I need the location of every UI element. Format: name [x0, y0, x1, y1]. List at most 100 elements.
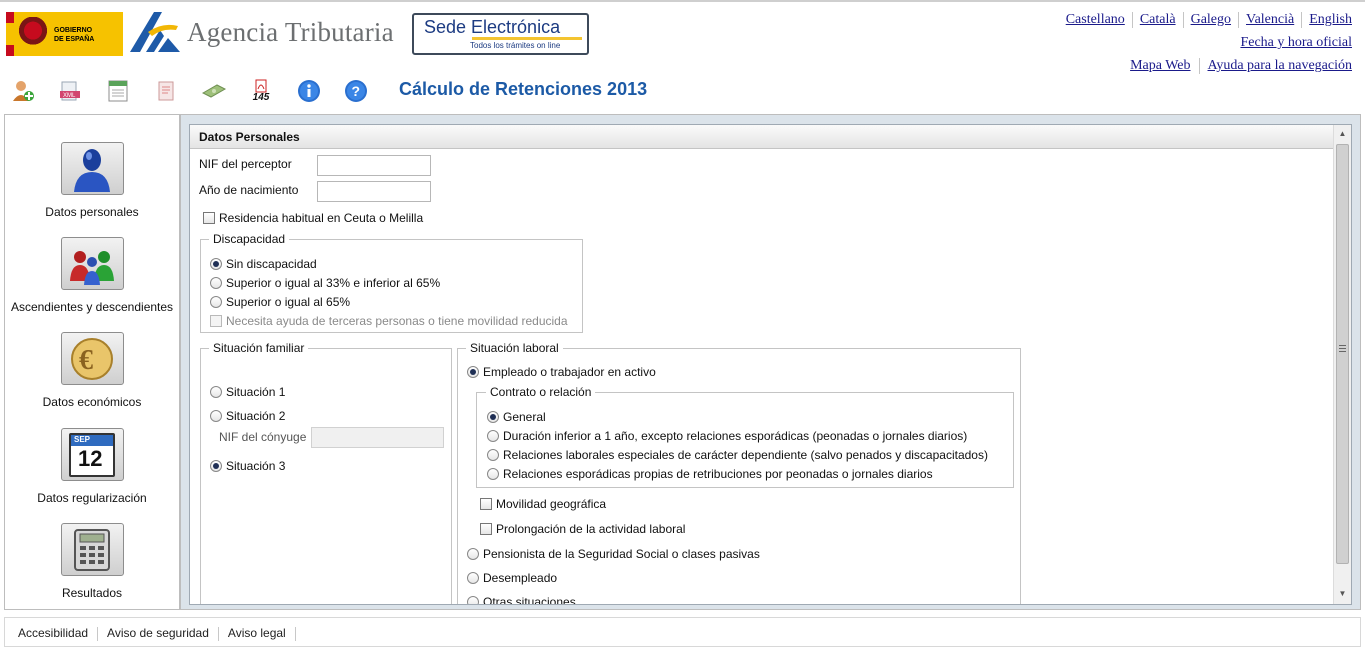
- lang-castellano[interactable]: Castellano: [1066, 12, 1125, 27]
- nif-label: NIF del perceptor: [199, 157, 292, 171]
- checkbox-box[interactable]: [480, 523, 492, 535]
- panel-title: Datos Personales: [199, 130, 300, 144]
- radio-button[interactable]: [210, 277, 222, 289]
- radio-button[interactable]: [467, 366, 479, 378]
- radio-contrato-inferior-1-anio[interactable]: Duración inferior a 1 año, excepto relac…: [487, 429, 967, 443]
- gobierno-logo[interactable]: GOBIERNO DE ESPAÑA: [6, 12, 123, 56]
- sidebar-item-datos-regularizacion[interactable]: SEP 12 Datos regularización: [5, 428, 179, 505]
- agencia-tributaria-logo-icon[interactable]: [128, 8, 184, 58]
- radio-button[interactable]: [487, 468, 499, 480]
- calendar-day: 12: [78, 445, 103, 471]
- sidebar-item-label: Resultados: [61, 586, 123, 600]
- radio-situacion-3[interactable]: Situación 3: [210, 459, 285, 473]
- lang-valencia[interactable]: Valencià: [1246, 12, 1294, 27]
- info-icon[interactable]: [296, 78, 322, 104]
- radio-label: Sin discapacidad: [226, 257, 317, 271]
- radio-contrato-general[interactable]: General: [487, 410, 546, 424]
- new-perceptor-icon[interactable]: [10, 78, 36, 104]
- divider: [1301, 12, 1303, 28]
- divider: [217, 626, 219, 641]
- checkbox-label: Movilidad geográfica: [496, 497, 607, 511]
- page-title: Cálculo de Retenciones 2013: [399, 79, 648, 99]
- modelo-145-label: 145: [252, 92, 270, 103]
- radio-button[interactable]: [210, 410, 222, 422]
- sede-accent-bar: [472, 37, 582, 40]
- navigation-help-link[interactable]: Ayuda para la navegación: [1208, 58, 1352, 73]
- radio-empleado-activo[interactable]: Empleado o trabajador en activo: [467, 365, 656, 379]
- checkbox-box[interactable]: [203, 212, 215, 224]
- spouse-nif-input: [311, 427, 444, 448]
- radio-relaciones-especiales[interactable]: Relaciones laborales especiales de carác…: [487, 448, 988, 462]
- modelo-145-icon[interactable]: 145: [248, 78, 274, 104]
- radio-relaciones-esporadicas[interactable]: Relaciones esporádicas propias de retrib…: [487, 467, 933, 481]
- radio-label: Desempleado: [483, 571, 558, 585]
- aviso-seguridad-link[interactable]: Aviso de seguridad: [107, 626, 209, 640]
- radio-pensionista[interactable]: Pensionista de la Seguridad Social o cla…: [467, 547, 760, 561]
- family-icon: [60, 237, 124, 290]
- checkbox-box[interactable]: [480, 498, 492, 510]
- lang-galego[interactable]: Galego: [1191, 12, 1231, 27]
- sede-electronica-logo[interactable]: Sede Electrónica Todos los trámites on l…: [412, 13, 589, 55]
- official-datetime-link[interactable]: Fecha y hora oficial: [1240, 35, 1352, 51]
- vertical-scrollbar[interactable]: ▲ ▼: [1333, 125, 1351, 604]
- scroll-down-icon[interactable]: ▼: [1334, 586, 1351, 602]
- nif-input[interactable]: [317, 155, 431, 176]
- radio-desempleado[interactable]: Desempleado: [467, 571, 557, 585]
- sidebar: Datos personales Ascendientes y descendi…: [4, 114, 180, 610]
- radio-button[interactable]: [487, 430, 499, 442]
- scroll-thumb[interactable]: [1336, 144, 1349, 564]
- divider: [1182, 12, 1184, 28]
- export-xml-icon[interactable]: XML: [57, 78, 83, 104]
- sidebar-item-label: Datos económicos: [42, 395, 142, 409]
- sidebar-item-label: Datos regularización: [37, 491, 147, 505]
- radio-sin-discapacidad[interactable]: Sin discapacidad: [210, 257, 317, 271]
- euro-icon: €: [60, 332, 124, 385]
- sidebar-item-datos-personales[interactable]: Datos personales: [5, 142, 179, 219]
- accesibilidad-link[interactable]: Accesibilidad: [18, 626, 88, 640]
- lang-catala[interactable]: Català: [1140, 12, 1176, 27]
- sidebar-item-ascendientes-descendientes[interactable]: Ascendientes y descendientes: [5, 237, 179, 314]
- radio-button[interactable]: [467, 572, 479, 584]
- sidebar-item-datos-economicos[interactable]: € Datos económicos: [5, 332, 179, 409]
- radio-button[interactable]: [210, 460, 222, 472]
- divider: [1238, 12, 1240, 28]
- situacion-familiar-legend: Situación familiar: [209, 341, 309, 355]
- checkbox-box: [210, 315, 222, 327]
- aviso-legal-link[interactable]: Aviso legal: [228, 626, 286, 640]
- radio-button[interactable]: [210, 296, 222, 308]
- radio-button[interactable]: [487, 411, 499, 423]
- spreadsheet-icon[interactable]: [105, 78, 131, 104]
- divider: [1131, 12, 1133, 28]
- lang-english[interactable]: English: [1309, 12, 1352, 27]
- radio-discapacidad-33-65[interactable]: Superior o igual al 33% e inferior al 65…: [210, 276, 440, 290]
- radio-button[interactable]: [467, 596, 479, 604]
- sede-subtitle: Todos los trámites on line: [470, 41, 561, 50]
- pdf-icon[interactable]: [153, 78, 179, 104]
- birth-year-input[interactable]: [317, 181, 431, 202]
- main-area: Datos Personales NIF del perceptor Año d…: [180, 114, 1361, 610]
- radio-button[interactable]: [487, 449, 499, 461]
- svg-text:€: €: [79, 345, 93, 376]
- header: GOBIERNO DE ESPAÑA Agencia Tributaria Sed…: [0, 2, 1365, 112]
- sidebar-item-resultados[interactable]: Resultados: [5, 523, 179, 600]
- help-icon[interactable]: ?: [343, 78, 369, 104]
- svg-text:XML: XML: [63, 93, 76, 99]
- prolongacion-actividad-checkbox[interactable]: Prolongación de la actividad laboral: [480, 522, 685, 536]
- radio-otras-situaciones[interactable]: Otras situaciones: [467, 595, 576, 604]
- calendar-icon: SEP 12: [60, 428, 124, 481]
- radio-situacion-1[interactable]: Situación 1: [210, 385, 285, 399]
- sidebar-item-label: Ascendientes y descendientes: [10, 300, 174, 314]
- sitemap-link[interactable]: Mapa Web: [1130, 58, 1190, 73]
- radio-button[interactable]: [467, 548, 479, 560]
- radio-discapacidad-65[interactable]: Superior o igual al 65%: [210, 295, 350, 309]
- radio-button[interactable]: [210, 386, 222, 398]
- radio-label: Relaciones laborales especiales de carác…: [503, 448, 988, 462]
- brand-name[interactable]: Agencia Tributaria: [187, 17, 394, 48]
- movilidad-geografica-checkbox[interactable]: Movilidad geográfica: [480, 497, 606, 511]
- radio-label: Empleado o trabajador en activo: [483, 365, 656, 379]
- residence-ceuta-melilla-checkbox[interactable]: Residencia habitual en Ceuta o Melilla: [203, 211, 423, 225]
- radio-button[interactable]: [210, 258, 222, 270]
- money-icon[interactable]: [201, 78, 227, 104]
- scroll-up-icon[interactable]: ▲: [1334, 126, 1351, 142]
- radio-situacion-2[interactable]: Situación 2: [210, 409, 285, 423]
